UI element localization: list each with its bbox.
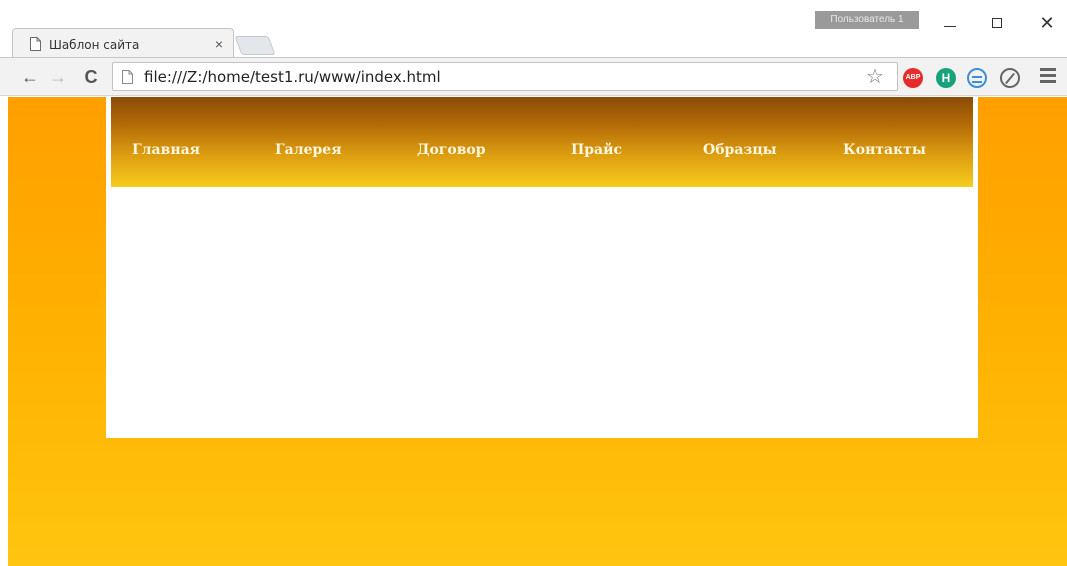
bookmark-star-icon[interactable]: ☆ — [866, 66, 884, 88]
page-viewport: Главная Галерея Договор Прайс Образцы Ко… — [8, 97, 1067, 566]
nav-link-home[interactable]: Главная — [132, 142, 200, 158]
browser-tab-active[interactable]: Шаблон сайта × — [12, 28, 234, 59]
page-icon — [122, 70, 133, 84]
compass-extension-icon[interactable] — [1000, 68, 1020, 88]
maximize-button[interactable] — [980, 8, 1014, 38]
tab-title: Шаблон сайта — [49, 38, 140, 52]
new-tab-button[interactable] — [234, 36, 276, 55]
minimize-button[interactable] — [933, 8, 967, 38]
site-navbar: Главная Галерея Договор Прайс Образцы Ко… — [111, 97, 973, 187]
back-button[interactable]: ← — [18, 65, 42, 89]
forward-button[interactable]: → — [46, 65, 70, 89]
sync-extension-icon[interactable] — [967, 68, 987, 88]
reload-button[interactable]: C — [79, 65, 103, 89]
nav-link-contract[interactable]: Договор — [417, 142, 486, 158]
url-text[interactable]: file:///Z:/home/test1.ru/www/index.html — [144, 68, 441, 86]
menu-icon[interactable] — [1040, 68, 1056, 84]
nav-link-contacts[interactable]: Контакты — [843, 142, 926, 158]
nav-link-prices[interactable]: Прайс — [571, 142, 622, 158]
close-window-button[interactable]: ✕ — [1030, 8, 1064, 38]
address-bar[interactable]: file:///Z:/home/test1.ru/www/index.html — [112, 62, 898, 91]
browser-toolbar: ← → C file:///Z:/home/test1.ru/www/index… — [0, 57, 1067, 96]
window-titlebar: Шаблон сайта × Пользователь 1 ✕ — [0, 0, 1067, 59]
profile-button[interactable]: Пользователь 1 — [815, 11, 919, 29]
page-container: Главная Галерея Договор Прайс Образцы Ко… — [106, 97, 978, 438]
document-icon — [30, 37, 41, 51]
tab-close-icon[interactable]: × — [210, 35, 228, 53]
page-content-area — [106, 187, 978, 438]
nav-link-samples[interactable]: Образцы — [703, 142, 777, 158]
minimize-icon — [944, 26, 956, 27]
maximize-icon — [992, 18, 1002, 28]
adblock-extension-icon[interactable]: ABP — [903, 68, 923, 88]
h-extension-icon[interactable]: H — [936, 68, 956, 88]
nav-link-gallery[interactable]: Галерея — [275, 142, 342, 158]
